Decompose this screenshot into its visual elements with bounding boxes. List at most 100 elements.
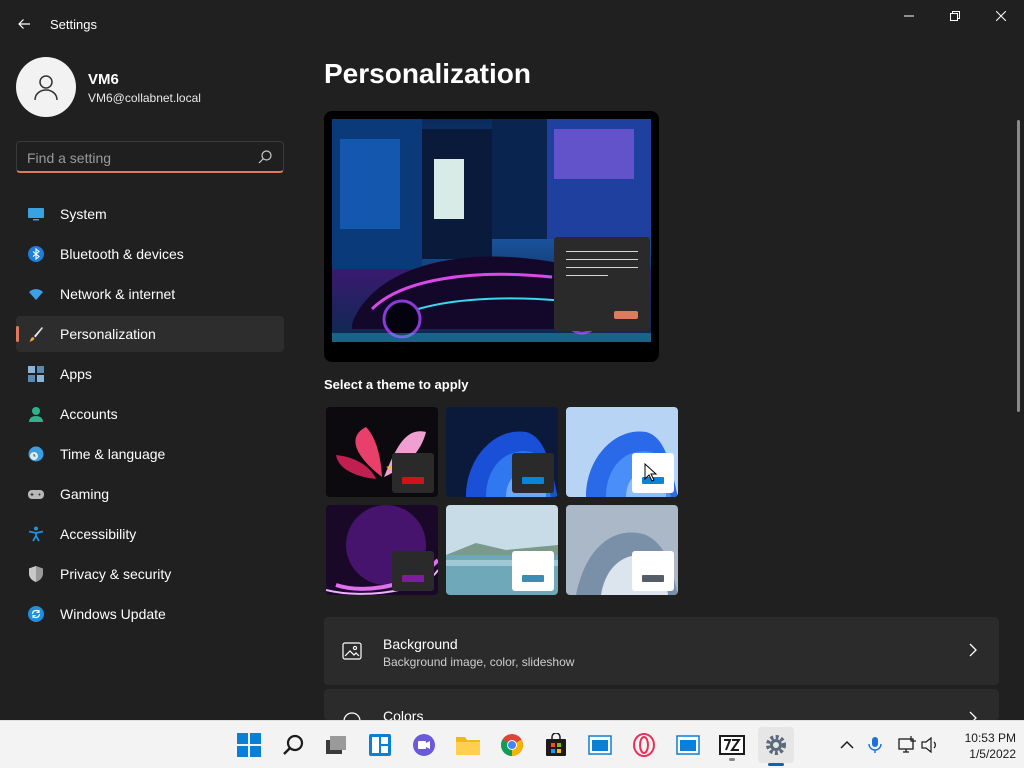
teams-chat-icon bbox=[413, 734, 435, 756]
restore-icon bbox=[950, 11, 960, 21]
sidebar-item-label: Personalization bbox=[60, 326, 156, 342]
store-icon bbox=[546, 733, 566, 756]
teams-chat-button[interactable] bbox=[411, 732, 437, 758]
theme-window-sample bbox=[512, 453, 554, 493]
clock-globe-icon bbox=[28, 446, 44, 462]
chevron-right-icon bbox=[969, 711, 977, 720]
system-clock[interactable]: 10:53 PM 1/5/2022 bbox=[944, 730, 1016, 762]
7zip-icon bbox=[719, 735, 745, 755]
sidebar-item-label: Gaming bbox=[60, 486, 110, 502]
theme-window-sample bbox=[392, 453, 434, 493]
theme-preview bbox=[324, 111, 659, 362]
sidebar-item-label: System bbox=[60, 206, 107, 222]
colors-setting-card[interactable]: Colors bbox=[324, 689, 999, 720]
sidebar-item-gaming[interactable]: Gaming bbox=[16, 476, 284, 512]
restore-button[interactable] bbox=[932, 0, 978, 32]
sidebar-item-bluetooth[interactable]: Bluetooth & devices bbox=[16, 236, 284, 272]
store-button[interactable] bbox=[543, 732, 569, 758]
scrollbar-thumb[interactable] bbox=[1017, 120, 1020, 412]
close-button[interactable] bbox=[978, 0, 1024, 32]
search-icon[interactable] bbox=[257, 149, 273, 165]
sidebar-item-network[interactable]: Network & internet bbox=[16, 276, 284, 312]
user-name: VM6 bbox=[88, 71, 119, 88]
start-button[interactable] bbox=[236, 732, 262, 758]
back-arrow-icon bbox=[18, 19, 30, 29]
app-window-button[interactable] bbox=[587, 732, 613, 758]
minimize-button[interactable] bbox=[886, 0, 932, 32]
opera-button[interactable] bbox=[631, 732, 657, 758]
sidebar-item-privacy[interactable]: Privacy & security bbox=[16, 556, 284, 592]
file-explorer-button[interactable] bbox=[455, 732, 481, 758]
bluetooth-icon bbox=[28, 246, 44, 262]
file-explorer-icon bbox=[456, 737, 480, 755]
task-view-button[interactable] bbox=[323, 732, 349, 758]
app-title: Settings bbox=[50, 17, 97, 32]
shield-icon bbox=[29, 566, 43, 582]
card-subtitle: Background image, color, slideshow bbox=[383, 655, 575, 669]
microphone-icon[interactable] bbox=[865, 735, 885, 755]
theme-bloom-dark[interactable] bbox=[446, 407, 558, 497]
minimize-icon bbox=[904, 15, 914, 17]
theme-glow[interactable] bbox=[326, 505, 438, 595]
sidebar-item-label: Bluetooth & devices bbox=[60, 246, 184, 262]
wifi-icon bbox=[29, 289, 43, 300]
back-button[interactable] bbox=[8, 8, 40, 40]
palette-icon bbox=[343, 712, 361, 720]
mouse-cursor-icon bbox=[644, 463, 658, 482]
sidebar-item-label: Time & language bbox=[60, 446, 166, 462]
chevron-up-icon[interactable] bbox=[837, 735, 857, 755]
sidebar-item-system[interactable]: System bbox=[16, 196, 284, 232]
sidebar-item-label: Network & internet bbox=[60, 286, 176, 302]
taskbar: 10:53 PM 1/5/2022 bbox=[0, 720, 1024, 768]
preview-accent-button bbox=[614, 311, 638, 319]
search-input[interactable] bbox=[27, 148, 247, 168]
page-title: Personalization bbox=[324, 58, 531, 89]
user-email: VM6@collabnet.local bbox=[88, 91, 201, 105]
person-icon bbox=[29, 407, 43, 422]
chrome-button[interactable] bbox=[499, 732, 525, 758]
sidebar-item-apps[interactable]: Apps bbox=[16, 356, 284, 392]
search-box[interactable] bbox=[16, 141, 284, 173]
accessibility-icon bbox=[28, 526, 44, 542]
brush-icon bbox=[29, 327, 43, 342]
card-title: Background bbox=[383, 636, 458, 652]
sidebar-item-label: Apps bbox=[60, 366, 92, 382]
sidebar-item-personalization[interactable]: Personalization bbox=[16, 316, 284, 352]
close-icon bbox=[996, 11, 1006, 21]
active-indicator bbox=[768, 763, 784, 766]
person-icon bbox=[34, 75, 58, 101]
app-window-icon bbox=[588, 735, 612, 755]
chevron-right-icon bbox=[969, 643, 977, 657]
theme-flow[interactable] bbox=[566, 505, 678, 595]
widgets-icon bbox=[369, 734, 391, 756]
theme-bloom-light[interactable] bbox=[566, 407, 678, 497]
app-window-icon bbox=[676, 735, 700, 755]
title-bar: Settings bbox=[0, 0, 1024, 48]
clock-date: 1/5/2022 bbox=[969, 747, 1016, 761]
theme-captured-motion[interactable] bbox=[446, 505, 558, 595]
sidebar-item-accessibility[interactable]: Accessibility bbox=[16, 516, 284, 552]
settings-button[interactable] bbox=[758, 727, 794, 766]
avatar[interactable] bbox=[16, 57, 76, 117]
background-setting-card[interactable]: Background Background image, color, slid… bbox=[324, 617, 999, 685]
sidebar-item-label: Accounts bbox=[60, 406, 118, 422]
theme-window-sample bbox=[392, 551, 434, 591]
sidebar-item-accounts[interactable]: Accounts bbox=[16, 396, 284, 432]
volume-icon[interactable] bbox=[920, 735, 940, 755]
settings-icon bbox=[766, 735, 786, 755]
theme-flower-dark[interactable] bbox=[326, 407, 438, 497]
sidebar-item-time-language[interactable]: Time & language bbox=[16, 436, 284, 472]
monitor-icon bbox=[28, 208, 44, 221]
7zip-button[interactable] bbox=[719, 732, 745, 761]
running-indicator bbox=[729, 758, 735, 761]
app-window-button-2[interactable] bbox=[675, 732, 701, 758]
widgets-button[interactable] bbox=[367, 732, 393, 758]
image-icon bbox=[342, 642, 362, 660]
network-icon[interactable] bbox=[897, 735, 917, 755]
update-icon bbox=[28, 606, 44, 622]
apps-icon bbox=[28, 366, 44, 382]
sidebar-item-windows-update[interactable]: Windows Update bbox=[16, 596, 284, 632]
sidebar-item-label: Privacy & security bbox=[60, 566, 172, 582]
taskbar-search-button[interactable] bbox=[280, 732, 306, 758]
theme-window-sample bbox=[512, 551, 554, 591]
